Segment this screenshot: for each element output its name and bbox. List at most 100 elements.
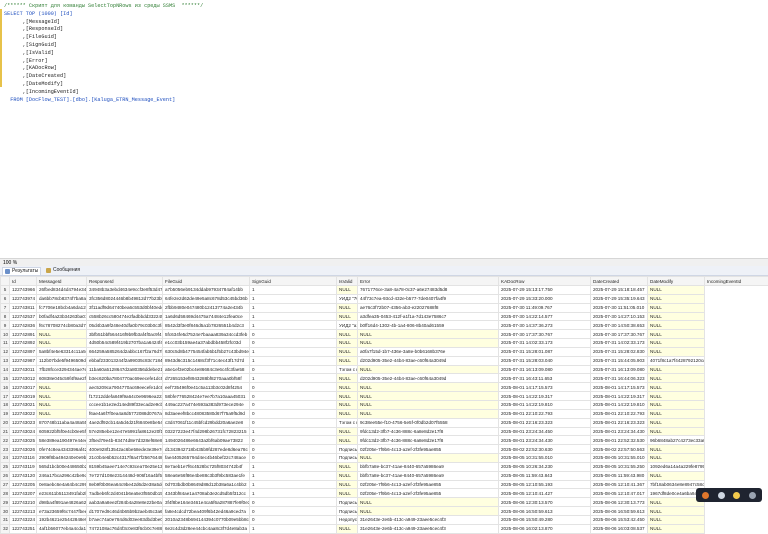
table-cell[interactable]: 2025-08-01 23:24:34.450 [499,427,591,436]
table-row[interactable]: 20122743023870748b11aba4a48a55126c559cc4… [1,418,768,427]
tab-results[interactable]: Результаты [2,267,41,275]
table-cell[interactable]: d1343942718b435b9fd287ede8d6ea78c [163,445,250,454]
table-cell[interactable]: 2025-08-01 14:22:19.810 [499,400,591,409]
table-cell[interactable]: 2025-07-29 15:13:17.750 [499,286,591,295]
table-row[interactable]: 231227430260fe74c8ea4343396af42c7e1c7671… [1,445,768,454]
table-cell[interactable]: 2025-08-01 22:16:23.323 [591,418,648,427]
table-cell[interactable]: 9c38ee55e-f10-4756-5e5f-0f0db2d07f5558 [358,418,499,427]
row-number[interactable]: 9 [1,321,10,330]
row-number[interactable]: 5 [1,286,10,295]
table-cell[interactable]: 122743021 [10,400,37,409]
table-cell[interactable]: 122743120 [10,471,37,480]
table-cell[interactable]: 122742836 [10,321,37,330]
table-row[interactable]: 241227431162909f8ba494240e0e9b3d4a2a3eb2… [1,454,768,463]
table-cell[interactable]: NULL [337,471,358,480]
table-cell[interactable]: 2025-07-31 16:43:11.653 [499,374,591,383]
table-row[interactable]: 121227428975a8bf4e5e63314c11a5c19013779a… [1,347,768,356]
table-cell[interactable]: 122743026 [10,445,37,454]
table-cell[interactable]: 57e285ebe12e47e5991fa8612e20f1e6 [87,427,163,436]
table-cell[interactable]: 2025-07-31 15:28:03.040 [499,356,591,365]
table-cell[interactable]: 0 [250,330,337,339]
row-number[interactable]: 23 [1,445,10,454]
table-cell[interactable]: 31e2643e-2e6b-413c-a949-23aee5cec4f3 [358,515,499,524]
table-cell[interactable]: 2025-07-30 11:49:09.767 [499,303,591,312]
table-row[interactable]: 21122743024605922bf5f0e4cb0ee5fbe7870504… [1,427,768,436]
table-cell[interactable]: 4071f8c1a7f4428792120cdedb9eb2b2 [648,356,705,365]
table-cell[interactable]: 7e727d108e2314448d-906f16a4bf5ec0e [87,471,163,480]
table-row[interactable]: 141227430117fb28fcce3294344ae7e83ba56a8b… [1,365,768,374]
table-cell[interactable]: 122743966 [10,286,37,295]
table-cell[interactable]: b0fadf4a23b34263ba01dd14ddb5b43f4c [37,312,87,321]
row-number[interactable]: 13 [1,356,10,365]
table-cell[interactable]: NULL [648,303,705,312]
table-cell[interactable]: NULL [358,498,499,507]
column-header[interactable]: IsValid [337,277,358,286]
row-number[interactable]: 22 [1,436,10,445]
table-cell[interactable]: 2025-07-30 14:50:38.653 [591,321,648,330]
table-cell[interactable]: 2025-07-31 15:28:02.830 [591,347,648,356]
table-cell[interactable]: 2025-08-01 14:22:19.810 [591,400,648,409]
table-cell[interactable]: 9fdc13d2-3fb7-4c36-888c-6a8e8d2e17f8 [358,436,499,445]
table-cell[interactable]: 2025-08-05 11:59:43.980 [591,471,648,480]
table-cell[interactable]: 2025-07-30 17:37:30.767 [591,330,648,339]
table-cell[interactable]: 2025-07-30 14:27:10.153 [591,312,648,321]
table-cell[interactable]: 2025-07-31 16:44:06.323 [591,374,648,383]
table-cell[interactable]: eef735496f0e41c5a113b3c02d8f4254 [163,383,250,392]
table-cell[interactable]: 664259a585264d2abbc167f2a76d7bd [87,347,163,356]
table-cell[interactable]: e1cc03b159ae4a37abdbb458f2fc03d [163,339,250,348]
column-header[interactable]: DateModify [648,277,705,286]
table-cell[interactable]: NULL [337,392,358,401]
table-cell[interactable]: NULL [648,409,705,418]
table-cell[interactable]: УИД2 "a11d3a08-92d2-4c1c-854c-25d7af6bc2… [337,321,358,330]
table-row[interactable]: 1512274301260838e045c59f4f9ae2f3cd7a2e8c… [1,374,768,383]
table-row[interactable]: 17122743019NULLf17212ddefa849f9a64c0e969… [1,392,768,401]
row-number[interactable]: 12 [1,347,10,356]
row-number[interactable]: 24 [1,454,10,463]
table-cell[interactable]: NULL [337,480,358,489]
table-cell[interactable]: da6bb78cb8374f7ba8a6e8aeee55339f [37,294,87,303]
table-cell[interactable]: 1092ed6a14a4a229fe87958f4eec116 [648,462,705,471]
table-cell[interactable]: 2025-07-30 14:37:36.273 [499,321,591,330]
table-cell[interactable]: aec5209ca7904770ac69eecefe1dc5a [87,383,163,392]
table-cell[interactable]: 122743012 [10,374,37,383]
table-cell[interactable]: 2025-08-01 14:22:19.317 [591,392,648,401]
table-cell[interactable]: d1707ed9c46d4b65b9b2aeb45c3a67dca6a [87,507,163,516]
table-cell[interactable]: 122743023 [10,418,37,427]
table-cell[interactable]: 58e389ea190497e44ee1f3012c3e363 [37,436,87,445]
table-cell[interactable]: 7adbeb6fc2d4041b6ea5e3f550db1515135 [87,489,163,498]
table-cell[interactable]: 122742537 [10,312,37,321]
table-cell[interactable]: d7265153ef8943288bf8270aaa0bf58f [163,374,250,383]
table-cell[interactable]: 34948b3a3ebd4634e9ccf3e8f53d4793 [87,286,163,295]
table-cell[interactable]: NULL [648,471,705,480]
table-cell[interactable]: NULL [648,339,705,348]
table-cell[interactable]: d98ba4f891ae4826a62b5ebf25ec2850d [37,498,87,507]
table-cell[interactable]: NULL [337,286,358,295]
table-cell[interactable]: 3f4f8be164e3461e4ca5f6a287887fe9f0e3 [163,498,250,507]
table-cell[interactable]: 2025-08-06 12:30:13.773 [591,498,648,507]
tab-messages[interactable]: Сообщения [44,267,82,274]
table-cell[interactable]: 5a8bf4e5e63314c11a5c19013779ad5c [37,347,87,356]
table-cell[interactable]: 1 [250,524,337,533]
table-cell[interactable]: NULL [37,383,87,392]
table-cell[interactable]: 1 [250,471,337,480]
table-cell[interactable]: 122743019 [10,392,37,401]
table-cell[interactable]: NULL [337,409,358,418]
table-cell[interactable]: Тэгом с номером "ON_TRNACLOPROT_2AE5B572… [337,365,358,374]
table-cell[interactable]: 2025-08-06 16:03:08.537 [591,524,648,533]
row-number[interactable]: 19 [1,409,10,418]
row-number[interactable]: 21 [1,427,10,436]
table-cell[interactable]: 112b07bde5f9496509d2af59dc8c473c [37,356,87,365]
table-cell[interactable]: fa8e4cdcd72bea409f6b42ed46a9ced7a [163,507,250,516]
table-cell[interactable]: 60838e045c59f4f9ae2f3cd7a2e8c5c [37,374,87,383]
table-cell[interactable]: 0 [250,392,337,401]
table-cell[interactable]: 0fe74c8ea4343396af42c7e1c767163 [37,445,87,454]
table-cell[interactable]: 1494026486e6643a2bf6ab09ae73822 [163,436,250,445]
table-cell[interactable]: NULL [358,400,499,409]
table-cell[interactable]: 630c5d8b4775454fab5b1f5b27c43bd94e [163,347,250,356]
table-row[interactable]: 2212274302558e389ea190497e44ee1f3012c3e3… [1,436,768,445]
table-cell[interactable]: 0 [250,365,337,374]
table-cell[interactable]: Подпись с ID файла "fae4405265794d4ec4b4… [337,454,358,463]
row-number[interactable]: 17 [1,392,10,401]
table-row[interactable]: 26122743120246a17bca296c42be9da5bb3419f8… [1,471,768,480]
table-cell[interactable]: 2025-08-02 22:52:30.630 [499,445,591,454]
